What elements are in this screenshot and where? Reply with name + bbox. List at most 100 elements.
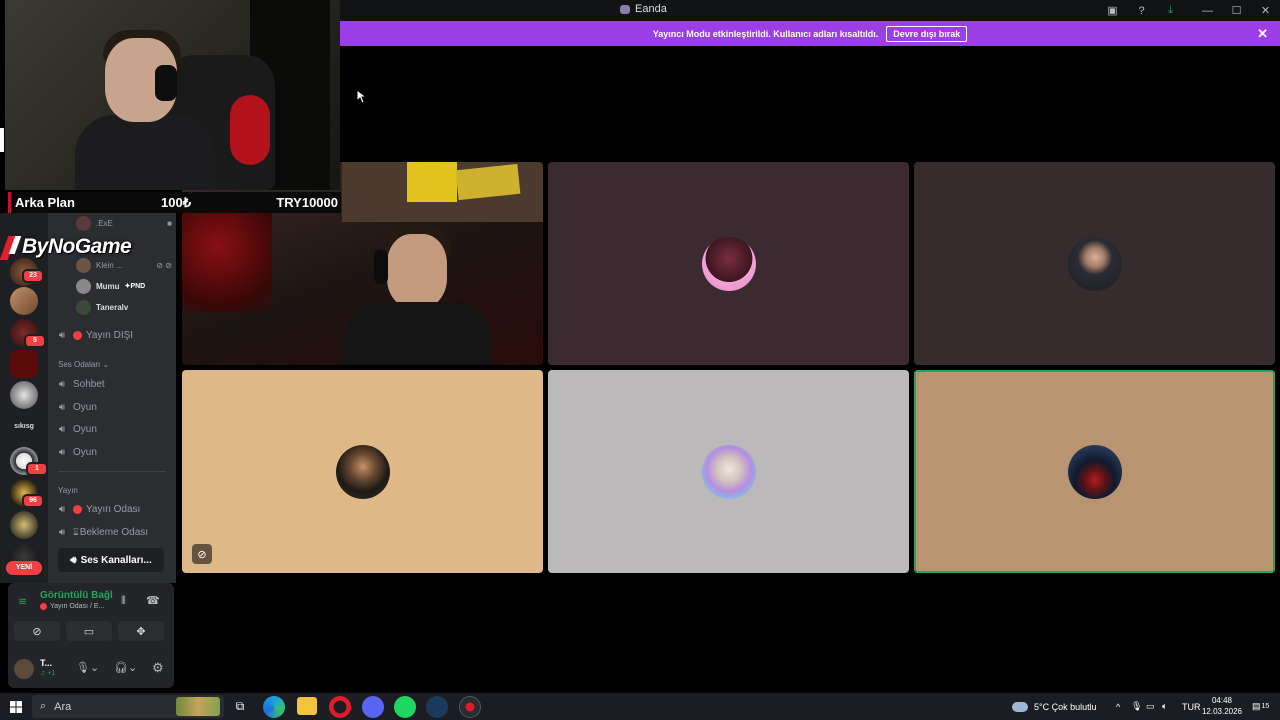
notification-center[interactable]: ▤ 15 — [1252, 693, 1269, 720]
discord-taskbar-icon[interactable] — [362, 696, 384, 718]
voice-channel[interactable]: 🔊︎ Oyun — [54, 443, 172, 461]
voice-member[interactable]: Taneralv — [76, 298, 172, 316]
speaker-icon: 🔊︎ — [58, 401, 66, 413]
category-stream[interactable]: Yayın — [58, 486, 78, 495]
camera-icon: ■ — [167, 218, 172, 228]
help-icon[interactable]: ? — [1127, 0, 1156, 21]
member-name: .ExE — [96, 218, 113, 228]
video-tile-4[interactable]: ⊘ — [182, 370, 543, 573]
windows-logo-icon — [10, 700, 22, 713]
disconnect-icon[interactable]: ☎︎ — [146, 594, 160, 607]
video-tile-6[interactable] — [914, 370, 1275, 573]
tray-mic-icon[interactable]: 🎙︎ — [1131, 693, 1142, 720]
window-titlebar: Eanda ▣ ? ⤓ — ☐ ✕ — [340, 0, 1280, 21]
server-icon[interactable] — [10, 350, 38, 378]
maximize-icon[interactable]: ☐ — [1222, 0, 1251, 21]
voice-channel[interactable]: 🔊︎ Oyun — [54, 398, 172, 416]
user-avatar[interactable] — [14, 659, 34, 679]
voice-location[interactable]: Yayın Odası / E... — [40, 603, 104, 610]
video-tile-3[interactable] — [914, 162, 1275, 365]
voice-channel[interactable]: 🔊︎ Sohbet — [54, 375, 172, 393]
new-badge: YENİ — [6, 561, 42, 575]
user-name: T... — [40, 658, 53, 668]
warning-sign — [407, 162, 457, 202]
minimize-icon[interactable]: — — [1193, 0, 1222, 21]
server-label[interactable]: sıkısg — [4, 423, 44, 430]
tray-volume-icon[interactable]: 🔈︎ — [1162, 693, 1167, 720]
headphones-icon[interactable]: 🎧︎⌄ — [114, 661, 137, 674]
voice-channel[interactable]: 🔊︎ Oyun — [54, 420, 172, 438]
donation-bar: Arka Plan 100₺ TRY10000 — [8, 192, 341, 213]
settings-gear-icon[interactable]: ⚙︎ — [152, 660, 164, 676]
spotify-icon[interactable] — [394, 696, 416, 718]
task-view-icon[interactable]: ⧉ — [230, 693, 250, 720]
voice-channel-stream-off[interactable]: 🔊︎ Yayın DIŞI — [54, 326, 172, 344]
start-button[interactable] — [6, 693, 26, 720]
channel-label: Bekleme Odası — [79, 526, 149, 538]
banner-close-icon[interactable]: ✕ — [1257, 26, 1268, 42]
tray-network-icon[interactable]: ▭ — [1146, 693, 1155, 720]
mention-badge: 96 — [22, 494, 44, 508]
user-panel: T... ♫ +1 🎙︎⌄ 🎧︎⌄ ⚙︎ — [14, 657, 174, 681]
language-indicator[interactable]: TUR — [1182, 693, 1201, 720]
more-voice-channels-button[interactable]: 🔊︎ Ses Kanalları... — [58, 548, 164, 572]
system-clock[interactable]: 04:48 12.03.2026 — [1202, 695, 1242, 717]
speaker-icon: 🔊︎ — [58, 329, 66, 341]
edge-strip — [0, 128, 4, 152]
hourglass-icon: ⌛︎ — [73, 526, 79, 537]
server-icon[interactable] — [10, 287, 38, 315]
mute-icon: ⊘ ⊘ — [156, 260, 172, 270]
obs-icon[interactable] — [459, 696, 481, 718]
steam-icon[interactable] — [426, 696, 448, 718]
voice-status[interactable]: Görüntülü Bağl — [40, 590, 113, 601]
brand-name: ByNoGame — [22, 235, 132, 258]
notification-count: 15 — [1261, 703, 1270, 710]
server-icon[interactable] — [10, 381, 38, 409]
banner-message: Yayıncı Modu etkinleştirildi. Kullanıcı … — [652, 28, 879, 39]
close-window-icon[interactable]: ✕ — [1251, 0, 1280, 21]
channel-label: Oyun — [73, 423, 97, 435]
speaker-icon: 🔊︎ — [70, 554, 77, 566]
weather-text: 5°C Çok bulutlu — [1034, 701, 1097, 712]
download-icon[interactable]: ⤓ — [1156, 0, 1185, 21]
mention-badge: 1 — [26, 462, 48, 476]
file-explorer-icon[interactable] — [297, 697, 317, 715]
inbox-icon[interactable]: ▣ — [1098, 0, 1127, 21]
noise-suppression-icon[interactable]: ⦀ — [121, 595, 126, 608]
voice-channel-waiting-room[interactable]: 🔊︎ ⌛︎ Bekleme Odası — [54, 523, 172, 541]
brand-logo-icon — [0, 234, 22, 260]
mention-badge: 23 — [22, 269, 44, 283]
participant-avatar — [701, 236, 756, 291]
channel-label: Oyun — [73, 401, 97, 413]
channel-label: Sohbet — [73, 378, 105, 390]
disable-streamer-mode-button[interactable]: Devre dışı bırak — [886, 25, 968, 42]
activities-button[interactable]: ✥ — [118, 621, 164, 641]
donation-label: Arka Plan — [15, 195, 75, 210]
voice-member[interactable]: Mumu ✦PND — [76, 277, 172, 295]
member-avatar — [76, 299, 91, 315]
taskbar-search[interactable]: ⌕ Ara — [32, 695, 224, 718]
search-highlight-image — [176, 697, 220, 716]
edge-icon[interactable] — [263, 696, 285, 718]
clock-date: 12.03.2026 — [1201, 707, 1242, 716]
category-voice-rooms[interactable]: Ses Odaları ⌄ — [58, 360, 109, 369]
notification-icon: ▤ — [1252, 701, 1261, 711]
camera-toggle-button[interactable]: ⊘ — [14, 621, 60, 641]
voice-channel-stream-room[interactable]: 🔊︎ Yayın Odası — [54, 500, 172, 518]
discord-logo-icon — [620, 4, 630, 14]
speaker-icon: 🔊︎ — [58, 503, 66, 515]
server-icon[interactable] — [10, 511, 38, 539]
tray-chevron-icon[interactable]: ^ — [1116, 693, 1120, 720]
video-tile-5[interactable] — [548, 370, 909, 573]
opera-icon[interactable] — [329, 696, 351, 718]
mention-badge: 5 — [24, 334, 46, 348]
video-tile-2[interactable] — [548, 162, 909, 365]
screen-share-button[interactable]: ▭ — [66, 621, 112, 641]
search-icon: ⌕ — [40, 700, 47, 712]
live-dot — [73, 330, 82, 340]
screen: Eanda ▣ ? ⤓ — ☐ ✕ Yayıncı Modu etkinleşt… — [0, 0, 1280, 720]
button-label: Ses Kanalları... — [80, 554, 152, 566]
microphone-icon[interactable]: 🎙︎⌄ — [76, 661, 99, 674]
weather-widget[interactable]: 5°C Çok bulutlu — [1012, 693, 1097, 720]
window-title-text: Eanda — [635, 3, 667, 15]
